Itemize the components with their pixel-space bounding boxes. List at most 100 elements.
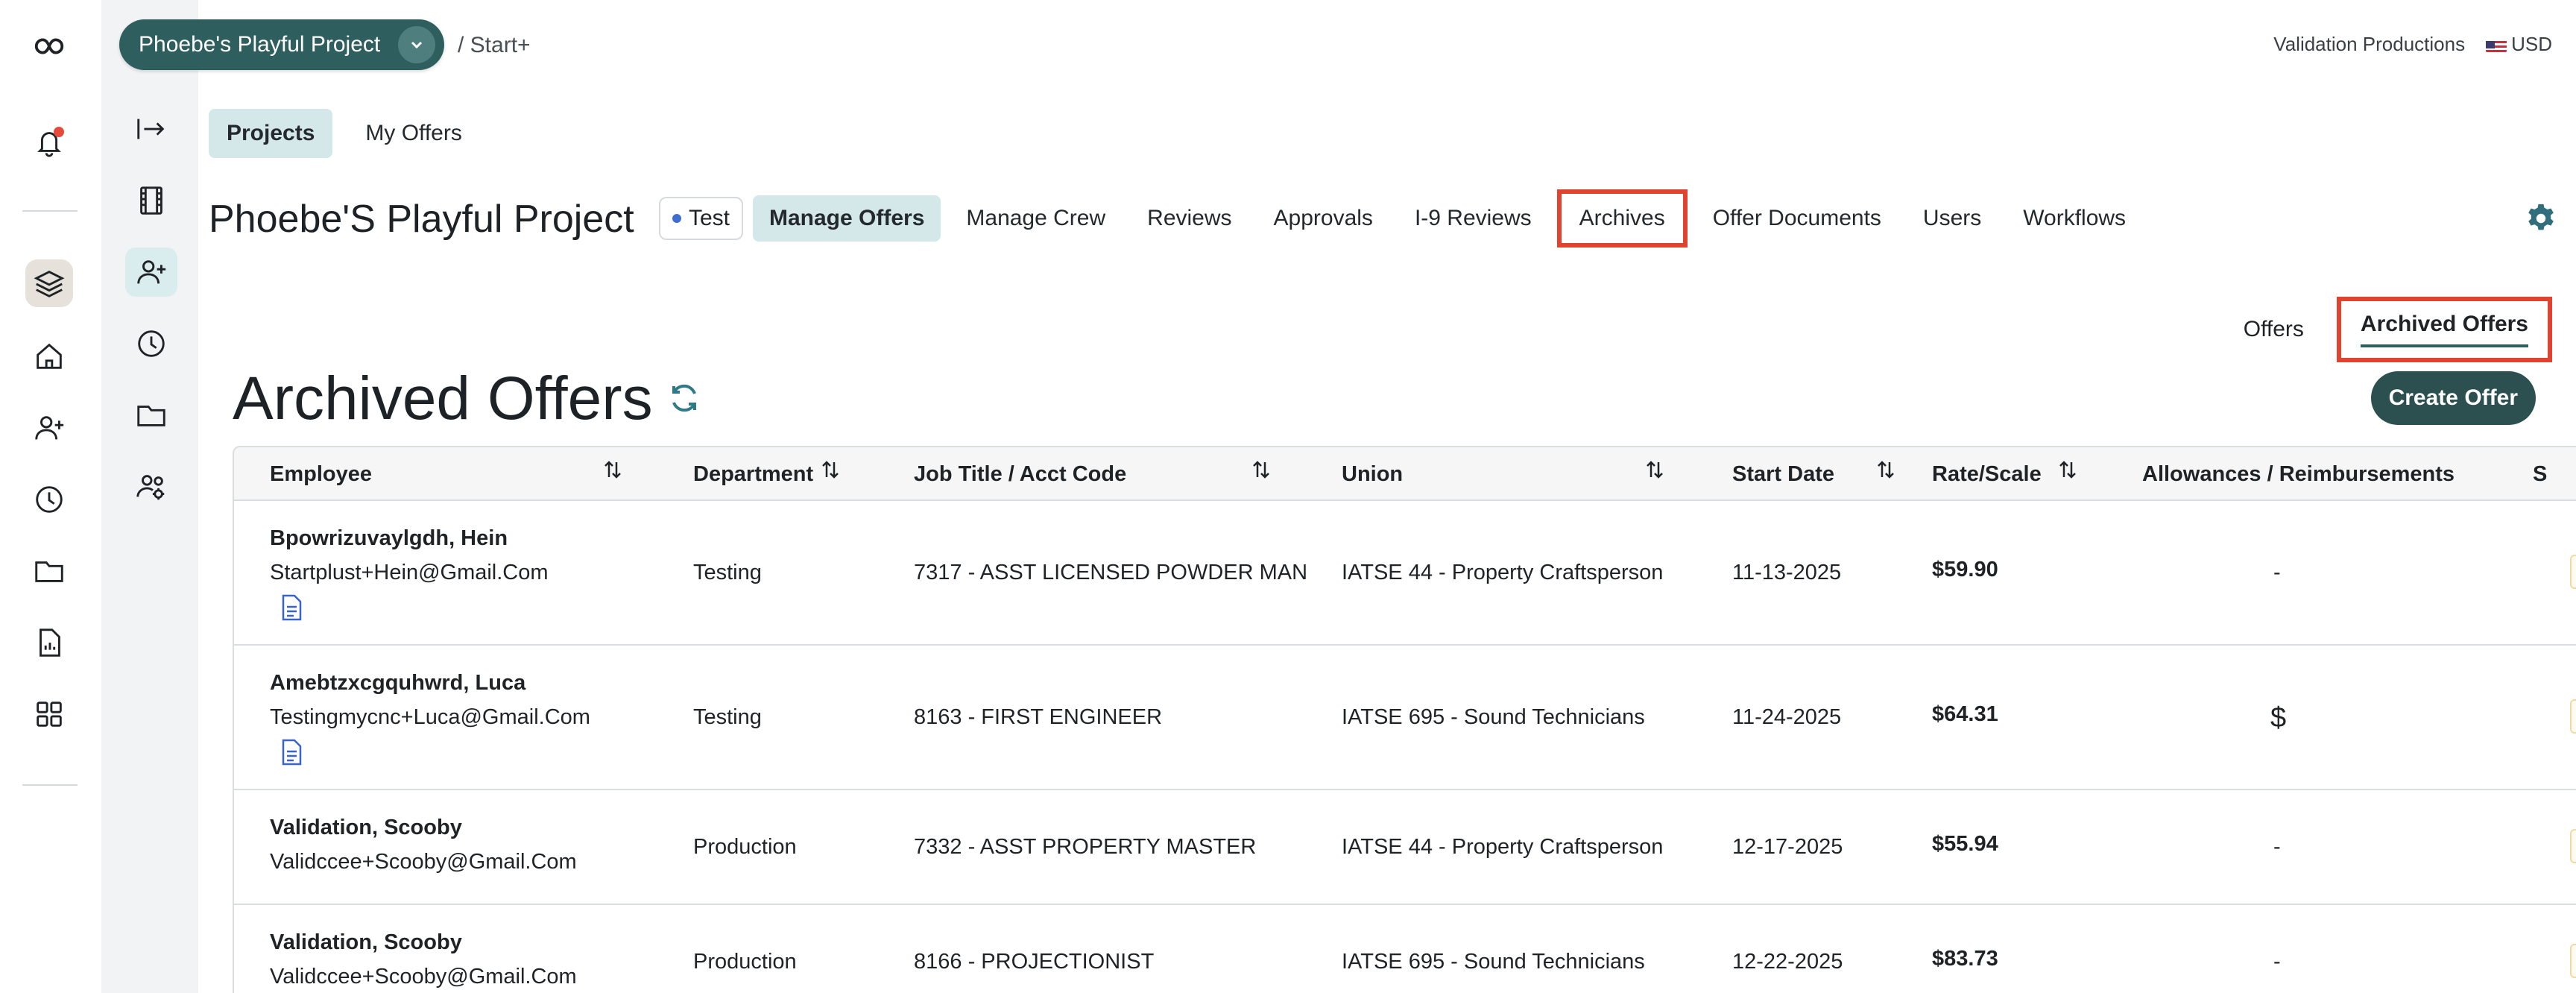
document-chart-icon[interactable] xyxy=(25,619,73,666)
nav-manage-offers[interactable]: Manage Offers xyxy=(753,195,941,242)
nav-approvals[interactable]: Approvals xyxy=(1257,195,1389,242)
nav-manage-crew[interactable]: Manage Crew xyxy=(950,195,1122,242)
allowance-cell: - xyxy=(2273,835,2281,859)
union-cell: IATSE 695 - Sound Technicians xyxy=(1342,950,1645,974)
tab-projects[interactable]: Projects xyxy=(209,109,333,158)
rate-cell: $59.90 xyxy=(1932,558,1998,581)
nav-i9-reviews[interactable]: I-9 Reviews xyxy=(1398,195,1548,242)
clock-icon[interactable] xyxy=(125,319,177,368)
employee-email: Startplust+Hein@Gmail.Com xyxy=(270,561,549,584)
tab-archived-offers-label: Archived Offers xyxy=(2360,312,2528,336)
tab-archived-offers[interactable]: Archived Offers xyxy=(2336,297,2552,362)
sort-icon[interactable] xyxy=(1643,458,1667,482)
secondary-icon-rail xyxy=(101,0,198,993)
left-icon-rail xyxy=(0,0,101,993)
project-switcher[interactable]: Phoebe's Playful Project xyxy=(119,19,444,70)
active-tab-underline xyxy=(2360,344,2528,347)
sort-icon[interactable] xyxy=(818,458,842,482)
allowance-cell[interactable]: $ xyxy=(2270,702,2286,734)
union-cell: IATSE 695 - Sound Technicians xyxy=(1342,705,1645,729)
sort-icon[interactable] xyxy=(601,458,625,482)
status-chip-truncated[interactable] xyxy=(2570,555,2576,589)
column-status-truncated[interactable]: S xyxy=(2533,462,2547,487)
employee-email: Validccee+Scooby@Gmail.Com xyxy=(270,965,577,989)
department-cell: Testing xyxy=(693,561,762,584)
environment-badge: Test xyxy=(659,197,744,240)
main-content: Phoebe's Playful Project / Start+ Valida… xyxy=(119,0,2576,993)
header-right: Validation Productions USD xyxy=(2273,33,2552,56)
rate-cell: $83.73 xyxy=(1932,947,1998,971)
column-rate-scale[interactable]: Rate/Scale xyxy=(1932,462,2042,487)
grid-apps-icon[interactable] xyxy=(25,690,73,738)
currency-selector[interactable]: USD xyxy=(2486,33,2552,56)
employee-email: Validccee+Scooby@Gmail.Com xyxy=(270,850,577,874)
currency-label: USD xyxy=(2511,33,2552,55)
employee-email: Testingmycnc+Luca@Gmail.Com xyxy=(270,705,590,729)
divider xyxy=(22,210,78,212)
job-title-cell: 7317 - ASST LICENSED POWDER MAN xyxy=(914,561,1308,584)
nav-workflows[interactable]: Workflows xyxy=(2007,195,2142,242)
union-cell: IATSE 44 - Property Craftsperson xyxy=(1342,561,1664,584)
document-icon[interactable] xyxy=(279,738,304,766)
status-chip-truncated[interactable] xyxy=(2570,944,2576,978)
company-name[interactable]: Validation Productions xyxy=(2273,33,2465,56)
notification-bell-icon[interactable] xyxy=(25,118,73,166)
column-job-title[interactable]: Job Title / Acct Code xyxy=(914,462,1126,487)
tab-my-offers[interactable]: My Offers xyxy=(347,109,479,158)
divider xyxy=(22,784,78,786)
top-subtabs: Projects My Offers xyxy=(209,109,480,158)
department-cell: Production xyxy=(693,950,797,974)
sort-icon[interactable] xyxy=(2056,458,2080,482)
folder-icon[interactable] xyxy=(125,391,177,440)
column-start-date[interactable]: Start Date xyxy=(1732,462,1834,487)
users-settings-icon[interactable] xyxy=(125,462,177,511)
rate-cell: $64.31 xyxy=(1932,702,1998,726)
folder-icon[interactable] xyxy=(25,547,73,595)
project-nav: Manage Offers Manage Crew Reviews Approv… xyxy=(753,189,2151,248)
document-icon[interactable] xyxy=(279,593,304,622)
table-row[interactable]: Bpowrizuvaylgdh, Hein Startplust+Hein@Gm… xyxy=(234,501,2576,646)
column-employee[interactable]: Employee xyxy=(270,462,372,487)
employee-name[interactable]: Validation, Scooby xyxy=(270,930,462,955)
environment-badge-label: Test xyxy=(689,206,730,230)
sort-icon[interactable] xyxy=(1874,458,1898,482)
table-row[interactable]: Validation, Scooby Validccee+Scooby@Gmai… xyxy=(234,790,2576,905)
add-user-icon[interactable] xyxy=(25,404,73,452)
project-switcher-label: Phoebe's Playful Project xyxy=(139,32,381,57)
status-chip-truncated[interactable] xyxy=(2570,699,2576,734)
layers-icon[interactable] xyxy=(25,259,73,307)
film-icon[interactable] xyxy=(125,176,177,225)
nav-users[interactable]: Users xyxy=(1907,195,1998,242)
job-title-cell: 7332 - ASST PROPERTY MASTER xyxy=(914,835,1257,859)
create-offer-button[interactable]: Create Offer xyxy=(2370,371,2536,425)
sort-icon[interactable] xyxy=(1249,458,1273,482)
status-chip-truncated[interactable] xyxy=(2570,829,2576,863)
department-cell: Testing xyxy=(693,705,762,729)
collapse-sidebar-icon[interactable] xyxy=(125,104,177,154)
employee-name[interactable]: Validation, Scooby xyxy=(270,816,462,840)
employee-name[interactable]: Amebtzxcgquhwrd, Luca xyxy=(270,671,525,696)
start-date-cell: 11-13-2025 xyxy=(1732,561,1842,584)
department-cell: Production xyxy=(693,835,797,859)
column-union[interactable]: Union xyxy=(1342,462,1403,487)
column-department[interactable]: Department xyxy=(693,462,813,487)
settings-gear-icon[interactable] xyxy=(2524,201,2558,236)
offers-toggle: Offers Archived Offers xyxy=(2211,297,2552,362)
brand-logo-icon[interactable] xyxy=(25,22,73,70)
clock-icon[interactable] xyxy=(25,476,73,523)
table-row[interactable]: Amebtzxcgquhwrd, Luca Testingmycnc+Luca@… xyxy=(234,646,2576,790)
rate-cell: $55.94 xyxy=(1932,832,1998,856)
nav-archives[interactable]: Archives xyxy=(1556,189,1688,248)
allowance-cell: - xyxy=(2273,950,2281,974)
add-crew-icon[interactable] xyxy=(125,248,177,297)
nav-reviews[interactable]: Reviews xyxy=(1131,195,1248,242)
home-icon[interactable] xyxy=(25,332,73,380)
nav-offer-documents[interactable]: Offer Documents xyxy=(1696,195,1898,242)
employee-name[interactable]: Bpowrizuvaylgdh, Hein xyxy=(270,526,508,551)
archived-offers-table: Employee Department Job Title / Acct Cod… xyxy=(233,446,2576,993)
table-row[interactable]: Validation, Scooby Validccee+Scooby@Gmai… xyxy=(234,905,2576,993)
tab-offers[interactable]: Offers xyxy=(2226,306,2322,353)
breadcrumb[interactable]: / Start+ xyxy=(458,33,531,58)
column-allowances[interactable]: Allowances / Reimbursements xyxy=(2142,462,2455,487)
refresh-icon[interactable] xyxy=(666,380,702,416)
